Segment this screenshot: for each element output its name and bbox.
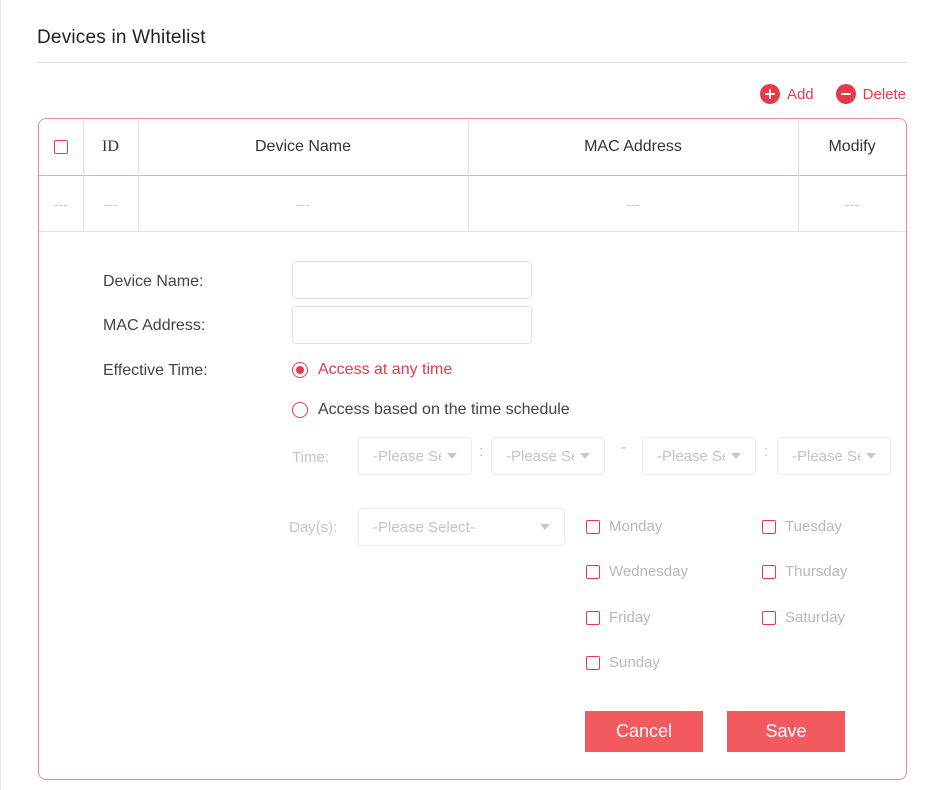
day-thursday[interactable]: Thursday: [762, 563, 848, 580]
day-sunday[interactable]: Sunday: [586, 654, 660, 671]
add-label: Add: [786, 85, 814, 103]
end-hour-select[interactable]: -Please Select-: [642, 437, 756, 475]
table-cell: ---: [626, 195, 640, 212]
checkbox: [586, 519, 600, 534]
mac-address-label: MAC Address:: [103, 317, 206, 334]
table-cell: ---: [296, 195, 310, 212]
delete-label: Delete: [862, 85, 906, 103]
time-colon: :: [479, 443, 484, 460]
checkbox: [586, 655, 600, 670]
select-all-checkbox[interactable]: [54, 140, 68, 154]
day-monday[interactable]: Monday: [586, 518, 662, 535]
dropdown-arrow-icon: [580, 453, 590, 459]
radio-label: Access at any time: [318, 361, 453, 378]
dropdown-arrow-icon: [540, 524, 550, 530]
device-name-input[interactable]: [292, 261, 532, 299]
add-button[interactable]: Add: [759, 84, 814, 104]
day-saturday[interactable]: Saturday: [762, 609, 845, 626]
time-colon: :: [764, 443, 769, 460]
device-name-label: Device Name:: [103, 273, 204, 290]
day-wednesday[interactable]: Wednesday: [586, 563, 688, 580]
end-minute-select[interactable]: -Please Select-: [777, 437, 891, 475]
table-header: ID Device Name MAC Address Modify: [39, 119, 906, 176]
time-dash: -: [621, 439, 626, 456]
checkbox: [586, 610, 600, 625]
table-cell: ---: [845, 195, 859, 212]
dropdown-arrow-icon: [866, 453, 876, 459]
start-minute-select[interactable]: -Please Select-: [491, 437, 605, 475]
day-friday[interactable]: Friday: [586, 609, 651, 626]
time-label: Time:: [292, 449, 329, 466]
checkbox: [762, 564, 776, 579]
col-header-device-name: Device Name: [254, 138, 352, 155]
minus-circle-icon: [835, 84, 856, 104]
whitelist-table-panel: ID Device Name MAC Address Modify --- --…: [38, 118, 907, 780]
radio-selected-icon: [292, 362, 308, 378]
radio-unselected-icon: [292, 402, 308, 418]
dropdown-arrow-icon: [447, 453, 457, 459]
checkbox: [586, 564, 600, 579]
col-header-modify: Modify: [828, 138, 876, 155]
plus-circle-icon: [759, 84, 780, 104]
table-row: --- --- --- --- ---: [39, 176, 906, 232]
select-all-cell: [39, 119, 83, 175]
radio-access-time-schedule[interactable]: Access based on the time schedule: [292, 401, 570, 419]
table-actions: Add Delete: [759, 84, 906, 104]
checkbox: [762, 519, 776, 534]
divider: [37, 62, 907, 63]
table-cell: ---: [103, 195, 118, 212]
section-title: Devices in Whitelist: [37, 27, 206, 48]
days-label: Day(s):: [289, 519, 338, 536]
delete-button[interactable]: Delete: [835, 84, 906, 104]
whitelist-page: Devices in Whitelist Add Delete ID Devic…: [0, 0, 932, 790]
checkbox: [762, 610, 776, 625]
col-header-mac-address: MAC Address: [584, 138, 682, 155]
days-select[interactable]: -Please Select-: [358, 508, 565, 546]
radio-label: Access based on the time schedule: [318, 401, 570, 418]
start-hour-select[interactable]: -Please Select-: [358, 437, 472, 475]
col-header-id: ID: [102, 138, 119, 155]
day-tuesday[interactable]: Tuesday: [762, 518, 842, 535]
mac-address-input[interactable]: [292, 306, 532, 344]
cancel-button[interactable]: Cancel: [585, 711, 703, 752]
save-button[interactable]: Save: [727, 711, 845, 752]
effective-time-label: Effective Time:: [103, 362, 208, 379]
dropdown-arrow-icon: [731, 453, 741, 459]
radio-access-any-time[interactable]: Access at any time: [292, 361, 452, 379]
table-cell: ---: [54, 195, 68, 212]
